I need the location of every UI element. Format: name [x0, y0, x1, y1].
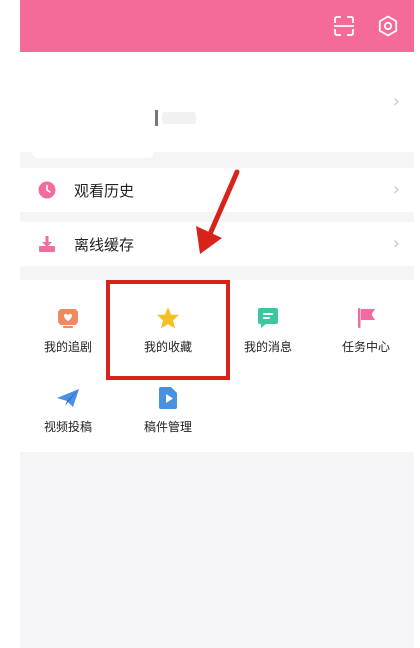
gear-icon[interactable] — [374, 12, 402, 40]
download-icon — [38, 235, 56, 257]
chevron-right-icon: › — [392, 91, 400, 112]
menu-row-label: 离线缓存 — [74, 236, 135, 254]
video-file-icon — [156, 386, 180, 410]
menu-row-watch-history[interactable]: 观看历史 › — [20, 168, 414, 212]
profile-page: › 观看历史 › 离线缓存 › 我的追剧 我的收藏 我的消息 任务中心 视频投稿… — [20, 0, 414, 648]
scan-icon[interactable] — [330, 12, 358, 40]
menu-row-label: 观看历史 — [74, 182, 135, 200]
username-placeholder — [155, 110, 158, 126]
grid-item-label: 我的追剧 — [43, 340, 92, 354]
grid-item-task-center[interactable]: 任务中心 — [318, 306, 414, 366]
highlight-box — [106, 280, 230, 380]
grid-item-my-dramas[interactable]: 我的追剧 — [20, 306, 116, 366]
feature-grid: 我的追剧 我的收藏 我的消息 任务中心 视频投稿 稿件管理 — [20, 280, 414, 452]
tv-heart-icon — [56, 306, 80, 330]
chevron-right-icon: › — [392, 179, 400, 200]
clock-icon — [38, 181, 56, 203]
top-bar — [20, 0, 414, 52]
grid-item-label: 我的消息 — [243, 340, 292, 354]
chevron-right-icon: › — [392, 233, 400, 254]
grid-item-manuscript-management[interactable]: 稿件管理 — [120, 386, 216, 446]
grid-item-label: 视频投稿 — [43, 420, 92, 434]
message-icon — [256, 306, 280, 330]
profile-card[interactable]: › — [20, 52, 414, 162]
username-blur — [162, 112, 196, 124]
paper-plane-icon — [56, 386, 80, 410]
grid-item-video-upload[interactable]: 视频投稿 — [20, 386, 116, 446]
flag-icon — [354, 306, 378, 330]
grid-item-label: 任务中心 — [341, 340, 390, 354]
grid-item-label: 稿件管理 — [143, 420, 192, 434]
grid-item-my-messages[interactable]: 我的消息 — [220, 306, 316, 366]
divider — [20, 152, 414, 162]
menu-row-offline-cache[interactable]: 离线缓存 › — [20, 222, 414, 266]
